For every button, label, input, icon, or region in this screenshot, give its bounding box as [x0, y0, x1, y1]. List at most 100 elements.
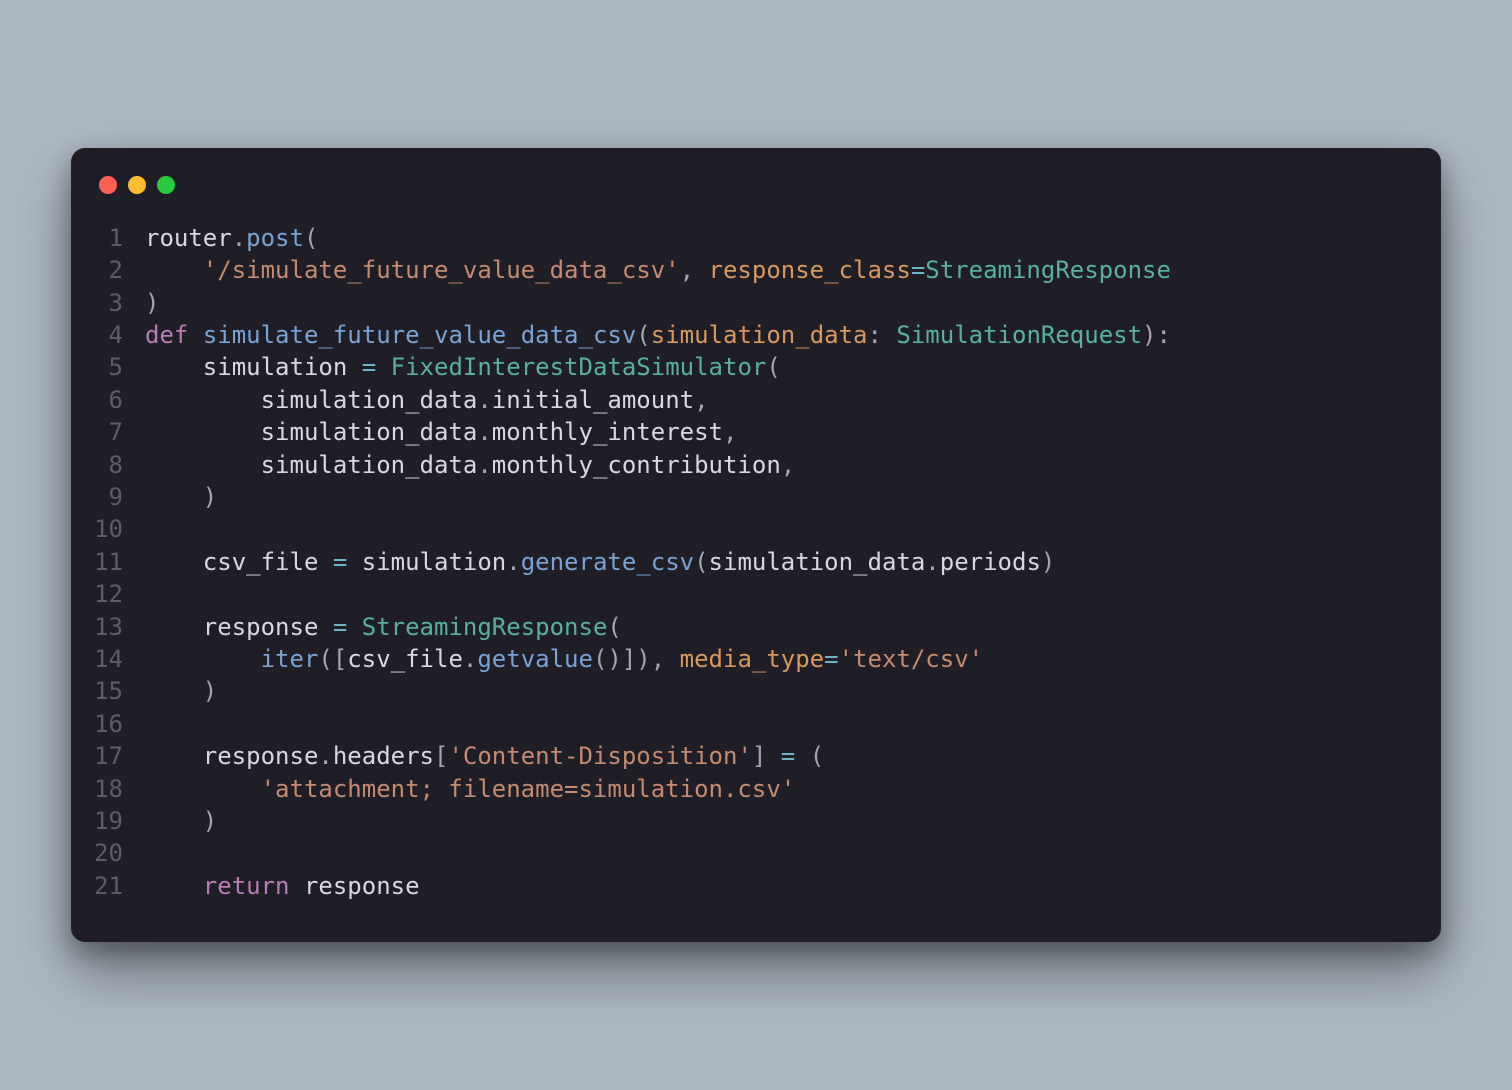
line-number: 19: [71, 805, 145, 837]
code-token: =: [333, 613, 347, 641]
code-token: =: [333, 548, 347, 576]
line-number: 1: [71, 222, 145, 254]
code-token: (: [694, 548, 708, 576]
code-token: ,: [694, 386, 708, 414]
line-content: [145, 708, 1441, 740]
code-line: 16: [71, 708, 1441, 740]
code-token: [145, 807, 203, 835]
code-line: 17 response.headers['Content-Disposition…: [71, 740, 1441, 772]
line-content: simulation_data.monthly_interest,: [145, 416, 1441, 448]
code-token: [145, 645, 261, 673]
code-block: 1router.post(2 '/simulate_future_value_d…: [71, 222, 1441, 902]
line-content: response = StreamingResponse(: [145, 611, 1441, 643]
code-token: [145, 451, 261, 479]
code-token: =: [824, 645, 838, 673]
close-icon[interactable]: [99, 176, 117, 194]
code-line: 12: [71, 578, 1441, 610]
code-line: 19 ): [71, 805, 1441, 837]
code-token: .: [232, 224, 246, 252]
code-token: simulation_data: [651, 321, 868, 349]
code-token: '/simulate_future_value_data_csv': [203, 256, 680, 284]
line-content: ): [145, 481, 1441, 513]
line-number: 10: [71, 513, 145, 545]
code-token: csv_file: [347, 645, 463, 673]
code-token: [188, 321, 202, 349]
code-line: 10: [71, 513, 1441, 545]
code-line: 18 'attachment; filename=simulation.csv': [71, 773, 1441, 805]
code-token: ,: [680, 256, 709, 284]
code-token: getvalue: [477, 645, 593, 673]
line-number: 2: [71, 254, 145, 286]
code-window: 1router.post(2 '/simulate_future_value_d…: [71, 148, 1441, 942]
line-content: simulation_data.monthly_contribution,: [145, 449, 1441, 481]
code-token: [318, 613, 332, 641]
line-content: 'attachment; filename=simulation.csv': [145, 773, 1441, 805]
line-number: 15: [71, 675, 145, 707]
line-content: router.post(: [145, 222, 1441, 254]
line-number: 14: [71, 643, 145, 675]
code-token: ): [203, 677, 217, 705]
code-token: =: [362, 353, 376, 381]
line-content: return response: [145, 870, 1441, 902]
maximize-icon[interactable]: [157, 176, 175, 194]
code-token: [: [434, 742, 448, 770]
code-line: 8 simulation_data.monthly_contribution,: [71, 449, 1441, 481]
code-token: .: [477, 418, 491, 446]
code-token: ()]),: [593, 645, 680, 673]
code-line: 7 simulation_data.monthly_interest,: [71, 416, 1441, 448]
code-token: simulation_data: [261, 451, 478, 479]
code-token: simulation: [362, 548, 507, 576]
code-line: 9 ): [71, 481, 1441, 513]
line-number: 20: [71, 837, 145, 869]
line-content: ): [145, 805, 1441, 837]
code-token: ):: [1142, 321, 1171, 349]
code-token: [145, 613, 203, 641]
code-token: .: [477, 451, 491, 479]
code-token: .: [318, 742, 332, 770]
code-token: [376, 353, 390, 381]
line-number: 6: [71, 384, 145, 416]
line-number: 7: [71, 416, 145, 448]
code-token: SimulationRequest: [896, 321, 1142, 349]
code-token: ,: [723, 418, 737, 446]
minimize-icon[interactable]: [128, 176, 146, 194]
code-token: [145, 386, 261, 414]
code-token: post: [246, 224, 304, 252]
line-content: [145, 578, 1441, 610]
line-content: [145, 513, 1441, 545]
code-token: StreamingResponse: [925, 256, 1171, 284]
code-token: [290, 872, 304, 900]
line-number: 17: [71, 740, 145, 772]
code-line: 3): [71, 287, 1441, 319]
code-line: 2 '/simulate_future_value_data_csv', res…: [71, 254, 1441, 286]
line-number: 21: [71, 870, 145, 902]
code-line: 11 csv_file = simulation.generate_csv(si…: [71, 546, 1441, 578]
code-token: =: [911, 256, 925, 284]
code-token: .: [925, 548, 939, 576]
code-token: ): [145, 289, 159, 317]
code-line: 1router.post(: [71, 222, 1441, 254]
code-token: media_type: [680, 645, 825, 673]
code-token: (: [795, 742, 824, 770]
code-token: iter: [261, 645, 319, 673]
code-token: =: [781, 742, 795, 770]
code-token: (: [766, 353, 780, 381]
line-content: def simulate_future_value_data_csv(simul…: [145, 319, 1441, 351]
code-token: initial_amount: [492, 386, 694, 414]
code-token: [145, 353, 203, 381]
code-token: response: [304, 872, 420, 900]
line-number: 18: [71, 773, 145, 805]
code-token: ): [203, 483, 217, 511]
line-number: 11: [71, 546, 145, 578]
code-token: [145, 548, 203, 576]
line-content: response.headers['Content-Disposition'] …: [145, 740, 1441, 772]
line-content: csv_file = simulation.generate_csv(simul…: [145, 546, 1441, 578]
line-content: simulation = FixedInterestDataSimulator(: [145, 351, 1441, 383]
line-content: ): [145, 675, 1441, 707]
code-token: monthly_interest: [492, 418, 723, 446]
code-token: [347, 613, 361, 641]
code-token: response: [203, 613, 319, 641]
line-number: 13: [71, 611, 145, 643]
code-token: (: [304, 224, 318, 252]
code-token: 'attachment; filename=simulation.csv': [261, 775, 796, 803]
